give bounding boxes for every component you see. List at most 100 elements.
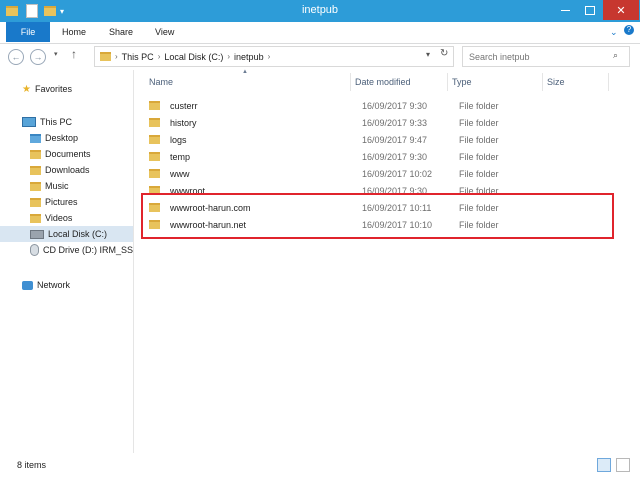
recent-locations-icon[interactable]: ▾	[54, 50, 58, 58]
address-dropdown-icon[interactable]: ▾	[426, 50, 430, 59]
file-type: File folder	[459, 117, 499, 128]
nav-label: Local Disk (C:)	[48, 229, 108, 239]
nav-pictures[interactable]: Pictures	[0, 194, 133, 210]
folder-icon	[149, 118, 160, 127]
file-date: 16/09/2017 9:30	[362, 100, 428, 111]
minimize-icon	[560, 9, 570, 11]
nav-label: CD Drive (D:) IRM_SS	[42, 245, 133, 255]
forward-arrow-icon: →	[33, 52, 43, 62]
file-name: temp	[170, 151, 191, 162]
nav-label: Network	[37, 280, 71, 290]
minimize-button[interactable]	[552, 0, 578, 20]
highlight-box	[141, 193, 614, 239]
file-type: File folder	[459, 151, 499, 162]
file-date: 16/09/2017 10:02	[362, 168, 433, 179]
up-button[interactable]: ↑	[71, 47, 77, 61]
nav-label: Desktop	[45, 133, 79, 143]
customize-toolbar-icon[interactable]: ▾	[60, 7, 64, 16]
maximize-button[interactable]	[578, 0, 602, 20]
file-row[interactable]: history 16/09/2017 9:33 File folder	[143, 114, 613, 131]
videos-icon	[30, 213, 41, 223]
file-type: File folder	[459, 134, 499, 145]
refresh-icon[interactable]: ↻	[440, 48, 448, 59]
nav-music[interactable]: Music	[0, 178, 133, 194]
music-icon	[30, 181, 41, 191]
file-row[interactable]: temp 16/09/2017 9:30 File folder	[143, 148, 613, 165]
column-label: Date modified	[355, 77, 411, 87]
breadcrumb-inetpub[interactable]: inetpub	[234, 52, 264, 62]
file-name: custerr	[170, 100, 198, 111]
chevron-right-icon: ›	[115, 52, 118, 61]
folder-icon	[149, 101, 160, 110]
close-button[interactable]: ✕	[603, 0, 639, 20]
nav-favorites[interactable]: ★ Favorites	[0, 81, 133, 97]
details-view-icon[interactable]	[597, 458, 611, 472]
column-label: Name	[149, 77, 174, 87]
downloads-icon	[30, 165, 41, 175]
file-type: File folder	[459, 168, 499, 179]
drive-icon	[30, 229, 44, 239]
nav-this-pc[interactable]: This PC	[0, 114, 133, 130]
forward-button[interactable]: →	[30, 49, 46, 65]
file-name: logs	[170, 134, 187, 145]
nav-videos[interactable]: Videos	[0, 210, 133, 226]
folder-icon	[149, 169, 160, 178]
cd-drive-icon	[30, 244, 39, 256]
file-row[interactable]: custerr 16/09/2017 9:30 File folder	[143, 97, 613, 114]
breadcrumb-local-disk[interactable]: Local Disk (C:)	[164, 52, 223, 62]
column-label: Size	[547, 77, 565, 87]
nav-label: Pictures	[45, 197, 78, 207]
column-header-type[interactable]: Type	[448, 73, 543, 91]
search-icon[interactable]: ⌕	[613, 50, 618, 61]
search-input[interactable]	[467, 47, 611, 66]
chevron-right-icon: ›	[157, 52, 161, 61]
column-label: Type	[452, 77, 472, 87]
nav-cd-drive[interactable]: CD Drive (D:) IRM_SS	[0, 242, 133, 258]
new-folder-icon[interactable]	[44, 6, 56, 16]
help-icon[interactable]: ?	[624, 25, 634, 35]
nav-desktop[interactable]: Desktop	[0, 130, 133, 146]
expand-ribbon-icon[interactable]: ⌄	[610, 27, 618, 38]
breadcrumb-this-pc[interactable]: This PC	[122, 52, 154, 62]
address-bar[interactable]: › This PC › Local Disk (C:) › inetpub ›	[94, 46, 454, 67]
tab-share[interactable]: Share	[99, 22, 143, 42]
file-type: File folder	[459, 100, 499, 111]
chevron-right-icon: ›	[227, 52, 231, 61]
pictures-icon	[30, 197, 41, 207]
nav-documents[interactable]: Documents	[0, 146, 133, 162]
tab-view[interactable]: View	[145, 22, 184, 42]
nav-label: Favorites	[34, 84, 72, 94]
file-row[interactable]: www 16/09/2017 10:02 File folder	[143, 165, 613, 182]
status-bar: 8 items	[0, 455, 640, 479]
tab-file[interactable]: File	[6, 22, 50, 42]
nav-local-disk[interactable]: Local Disk (C:)	[0, 226, 133, 242]
file-row[interactable]: logs 16/09/2017 9:47 File folder	[143, 131, 613, 148]
file-name: history	[170, 117, 197, 128]
column-header-size[interactable]: Size	[543, 73, 609, 91]
column-header-date[interactable]: Date modified	[351, 73, 448, 91]
folder-icon	[149, 152, 160, 161]
nav-label: Documents	[45, 149, 91, 159]
file-date: 16/09/2017 9:30	[362, 151, 428, 162]
chevron-right-icon: ›	[267, 52, 271, 61]
close-icon: ✕	[616, 4, 626, 17]
nav-label: Downloads	[45, 165, 90, 175]
column-header-name[interactable]: Name	[143, 73, 351, 91]
file-date: 16/09/2017 9:33	[362, 117, 428, 128]
file-name: www	[170, 168, 190, 179]
nav-downloads[interactable]: Downloads	[0, 162, 133, 178]
tab-home[interactable]: Home	[52, 22, 96, 42]
desktop-icon	[30, 133, 41, 143]
documents-icon	[30, 149, 41, 159]
network-icon	[22, 280, 33, 290]
nav-label: Videos	[45, 213, 73, 223]
properties-icon[interactable]	[26, 4, 38, 18]
nav-label: Music	[45, 181, 69, 191]
nav-network[interactable]: Network	[0, 277, 133, 293]
star-icon: ★	[22, 83, 31, 95]
folder-icon	[100, 52, 111, 61]
maximize-icon	[585, 5, 595, 15]
search-box[interactable]: ⌕	[462, 46, 630, 67]
large-icons-view-icon[interactable]	[616, 458, 630, 472]
back-button[interactable]: ←	[8, 49, 24, 65]
